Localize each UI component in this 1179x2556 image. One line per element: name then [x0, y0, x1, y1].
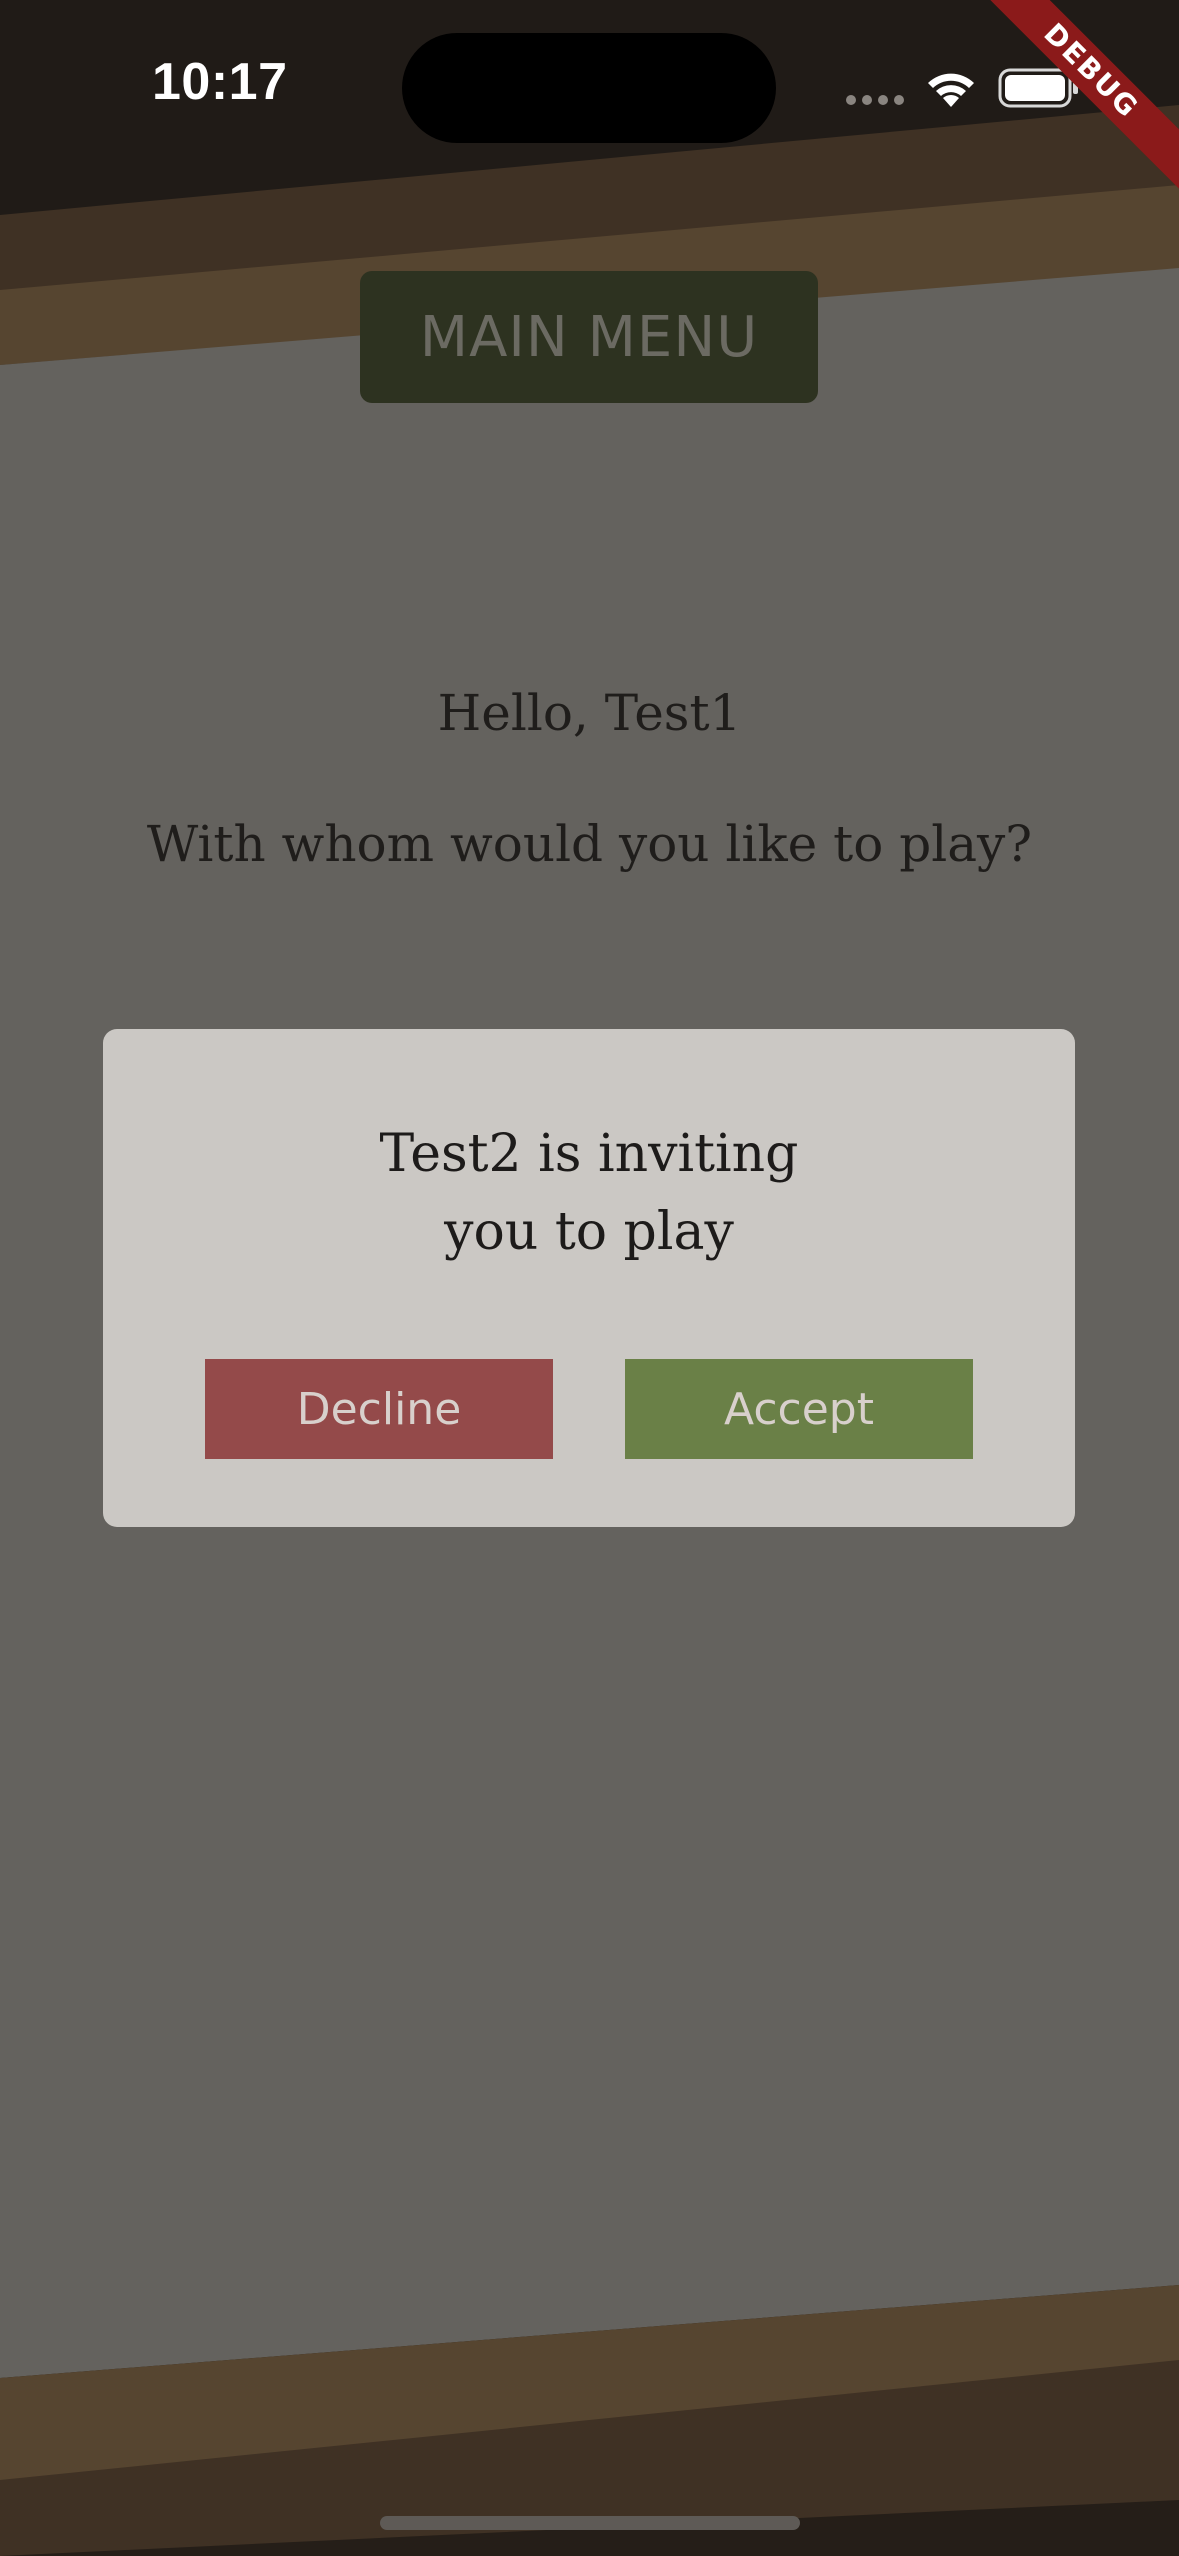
play-question-text: With whom would you like to play? — [146, 815, 1033, 873]
signal-icon — [846, 95, 904, 105]
accept-button[interactable]: Accept — [625, 1359, 973, 1459]
dynamic-island — [402, 33, 776, 143]
invitation-message-line2: you to play — [444, 1202, 734, 1262]
invitation-message: Test2 is inviting you to play — [103, 1115, 1075, 1271]
status-time: 10:17 — [152, 53, 288, 111]
status-bar: 10:17 — [0, 0, 1179, 170]
invitation-dialog: Test2 is inviting you to play Decline Ac… — [103, 1029, 1075, 1527]
wifi-icon — [928, 73, 974, 107]
invitation-message-line1: Test2 is inviting — [379, 1124, 799, 1184]
greeting-text: Hello, Test1 — [437, 684, 742, 742]
main-menu-button[interactable]: MAIN MENU — [360, 271, 818, 403]
decline-button[interactable]: Decline — [205, 1359, 553, 1459]
home-indicator[interactable] — [380, 2516, 800, 2530]
